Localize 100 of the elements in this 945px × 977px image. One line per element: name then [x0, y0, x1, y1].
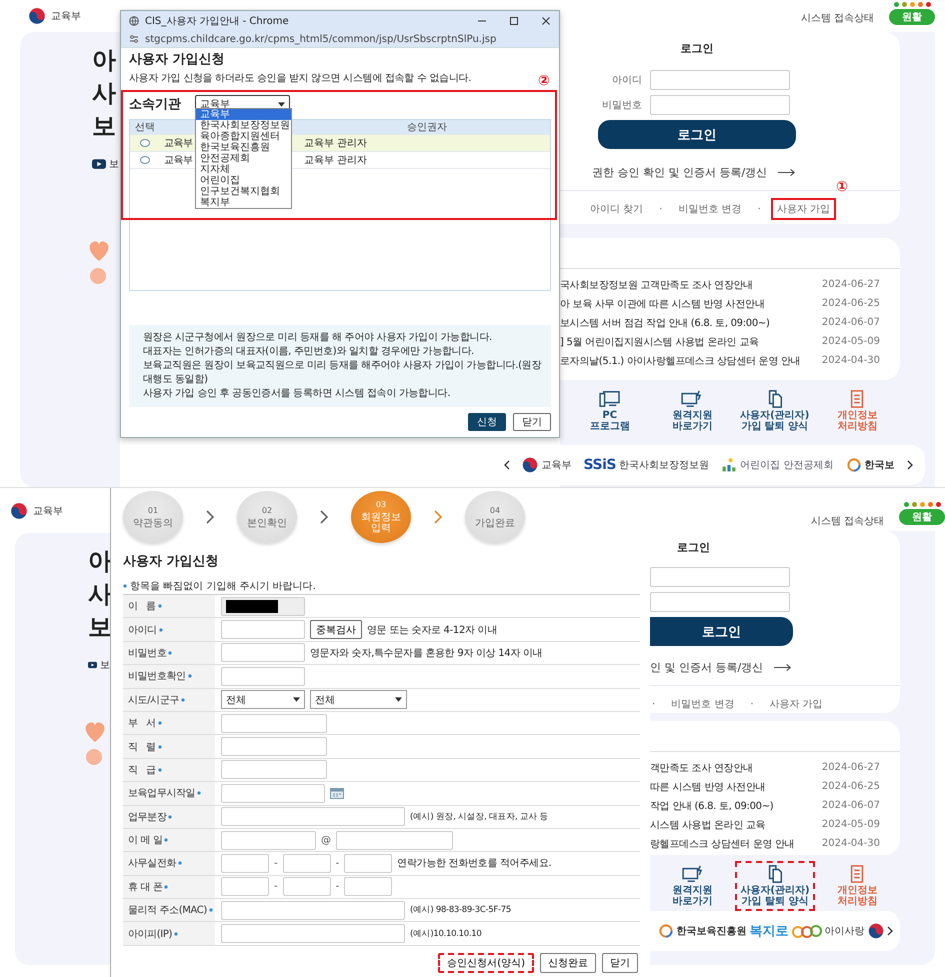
maximize-icon[interactable] [509, 16, 519, 26]
chevron-icon [319, 509, 329, 525]
region-dropdown[interactable]: 전체 [221, 690, 305, 710]
id-input-field[interactable] [650, 70, 790, 90]
dropdown-option[interactable]: 한국보육진흥원 [196, 142, 291, 153]
quick-link[interactable]: PC 프로그램 [570, 386, 650, 436]
login-button[interactable]: 로그인 [598, 120, 796, 149]
account-link[interactable]: 아이디 찾기 [584, 198, 650, 220]
input-field[interactable] [221, 666, 305, 686]
globe-icon [129, 16, 139, 26]
partner-logo[interactable]: 교육부 [522, 457, 572, 473]
phone-part-field[interactable] [221, 854, 269, 873]
account-link[interactable]: 비밀번호 변경 [665, 693, 740, 715]
dialog-heading: 사용자 가입신청 [129, 52, 226, 68]
password-input-field[interactable] [650, 592, 790, 612]
dropdown-option[interactable]: 어린이집 [196, 175, 291, 186]
account-link[interactable]: 비밀번호 변경 [672, 198, 748, 220]
video-play-icon[interactable] [88, 660, 97, 670]
input-field[interactable] [221, 807, 405, 826]
notice-link[interactable]: 시스템 사용법 온라인 교육 [650, 818, 766, 832]
step-label: 회원정보 입력 [360, 512, 402, 534]
login-button[interactable]: 로그인 [650, 617, 793, 646]
date-field[interactable] [221, 784, 325, 803]
quick-link[interactable]: 사용자(관리자) 가입 탈퇴 양식 [735, 386, 814, 436]
phone-part-field[interactable] [221, 877, 269, 896]
id-input-field[interactable] [650, 567, 790, 587]
partner-logo[interactable]: SSiS 한국사회보장정보원 [584, 457, 709, 473]
dropdown-option[interactable]: 한국사회보장정보원 [196, 120, 291, 131]
hero-heading: 아 [88, 546, 113, 577]
emblem-icon[interactable] [868, 923, 884, 939]
radio-button[interactable] [140, 139, 150, 147]
field-label: 아이디 [611, 74, 642, 87]
form-button[interactable]: 닫기 [602, 952, 638, 973]
quick-link[interactable]: 원격지원 바로가기 [652, 386, 732, 436]
input-field[interactable] [221, 924, 405, 944]
form-button[interactable]: 승인신청서(양식) [438, 952, 534, 973]
caret-icon [395, 697, 402, 702]
password-input-field[interactable] [650, 95, 790, 115]
dropdown-option[interactable]: 인구보건복지협회 [196, 186, 291, 197]
partner-logo[interactable]: 한국보육진흥원 [658, 923, 746, 939]
email-domain-field[interactable] [336, 830, 453, 850]
notice-link[interactable]: 국사회보장정보원 고객만족도 조사 연장안내 [560, 278, 753, 292]
phone-part-field[interactable] [344, 854, 392, 873]
notice-link[interactable]: ] 5월 어린이집지원시스템 사용법 온라인 교육 [560, 334, 759, 348]
step-label: 가입완료 [474, 518, 516, 528]
input-field[interactable] [221, 900, 405, 920]
input-field[interactable] [221, 643, 305, 662]
notice-link[interactable]: 작업 안내 (6.8. 토, 09:00~) [650, 798, 774, 812]
phone-part-field[interactable] [282, 877, 331, 896]
notice-link[interactable]: 로자의날(5.1.) 아이사랑헬프데스크 상담센터 운영 안내 [560, 354, 800, 368]
logo-text[interactable]: 교육부 [33, 504, 63, 518]
notice-link[interactable]: 객만족도 조사 연장안내 [650, 760, 753, 774]
help-text: (예시) 98-83-89-3C-5F-75 [410, 904, 511, 916]
field-label: 비밀번호 [601, 99, 642, 112]
field-label: 직 급 [128, 764, 156, 777]
dropdown-option[interactable]: 교육부 [196, 109, 291, 120]
chevron-right-icon[interactable] [886, 926, 892, 936]
notice-link[interactable]: 랑헬프데스크 상담센터 운영 안내 [650, 836, 794, 850]
quick-link[interactable]: 원격지원 바로가기 [653, 861, 732, 911]
dropdown-option[interactable]: 안전공제회 [196, 153, 291, 164]
form-button[interactable]: 신청완료 [540, 952, 596, 973]
calendar-icon[interactable] [330, 788, 344, 799]
site-settings-icon[interactable] [129, 34, 139, 44]
email-local-field[interactable] [221, 830, 316, 850]
notice-link[interactable]: 보시스템 서버 점검 작업 안내 (6.8. 토, 09:00~) [560, 316, 770, 330]
input-field[interactable] [221, 760, 327, 780]
video-play-icon[interactable] [92, 159, 106, 169]
input-field[interactable] [221, 737, 327, 756]
close-button[interactable]: 닫기 [513, 413, 551, 431]
video-link[interactable]: 보 [100, 658, 110, 672]
arrow-right-icon[interactable] [773, 663, 794, 672]
address-bar[interactable]: stgcpms.childcare.go.kr/cpms_html5/common/jsp/UsrSbscrptnSlPu.jsp [121, 31, 559, 48]
logo-text[interactable]: 교육부 [51, 9, 81, 23]
partner-logo[interactable]: 한국보 [846, 457, 895, 473]
chevron-left-icon[interactable] [504, 460, 510, 470]
id-input-field[interactable] [221, 620, 305, 640]
step-number: 02 [262, 506, 272, 514]
notice-link[interactable]: 아 보육 사무 이관에 따른 시스템 반영 사전안내 [560, 296, 764, 310]
partner-logo[interactable]: 어린이집 안전공제회 [721, 457, 834, 473]
arrow-right-icon[interactable] [777, 168, 798, 177]
required-mark-icon [123, 584, 127, 588]
certificate-link[interactable]: 권한 승인 확인 및 인증서 등록/갱신 [592, 165, 768, 180]
dropdown-option[interactable]: 복지부 [196, 197, 291, 208]
video-link[interactable]: 보 [109, 157, 119, 171]
account-link[interactable]: 사용자 가입 [770, 198, 836, 220]
partner-logo[interactable]: 복지로 [750, 922, 788, 940]
phone-part-field[interactable] [282, 854, 331, 873]
region-dropdown[interactable]: 전체 [310, 690, 407, 710]
partner-logo[interactable]: 아이사랑 [792, 923, 864, 939]
submit-button[interactable]: 신청 [468, 413, 506, 431]
duplicate-check-button[interactable]: 중복검사 [310, 620, 362, 640]
notice-link[interactable]: 따른 시스템 반영 사전안내 [650, 780, 766, 794]
phone-part-field[interactable] [344, 877, 392, 896]
certificate-link[interactable]: 인 및 인증서 등록/갱신 [650, 660, 764, 675]
radio-button[interactable] [140, 156, 150, 164]
notice-text: 사용자 가입 신청을 하더라도 승인을 받지 않으면 시스템에 접속할 수 없습니다. [129, 72, 472, 85]
account-link[interactable]: 사용자 가입 [764, 693, 829, 715]
input-field[interactable] [221, 714, 327, 733]
chevron-right-icon[interactable] [906, 460, 913, 470]
close-icon[interactable] [541, 16, 551, 26]
